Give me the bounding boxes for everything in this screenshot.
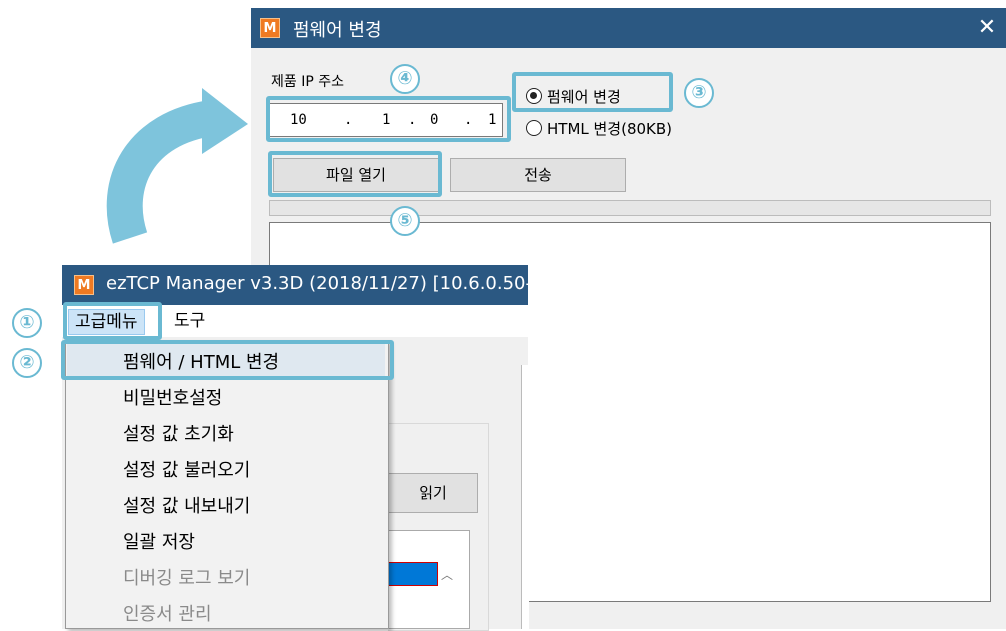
callout-number-2: ② <box>12 348 42 378</box>
html-change-radio[interactable] <box>526 120 542 136</box>
menu-tools[interactable]: 도구 <box>168 309 211 333</box>
callout-box-3 <box>512 72 673 112</box>
scroll-up-icon[interactable]: ︿ <box>441 566 453 583</box>
dropdown-item-certificate: 인증서 관리 <box>123 604 212 625</box>
dropdown-item-export[interactable]: 설정 값 내보내기 <box>123 492 250 518</box>
send-button[interactable]: 전송 <box>450 158 626 192</box>
right-panel <box>521 365 529 629</box>
dropdown-item-import[interactable]: 설정 값 불러오기 <box>123 456 250 482</box>
app-icon: M <box>74 275 94 295</box>
firmware-dialog-title: 펌웨어 변경 <box>293 20 382 41</box>
dropdown-item-reset[interactable]: 설정 값 초기화 <box>123 420 234 446</box>
ip-address-label: 제품 IP 주소 <box>271 74 344 90</box>
html-change-label: HTML 변경(80KB) <box>547 120 673 138</box>
list-selected-row[interactable] <box>388 562 438 586</box>
callout-number-5: ⑤ <box>390 206 420 236</box>
dropdown-item-password[interactable]: 비밀번호설정 <box>123 384 222 410</box>
manager-title: ezTCP Manager v3.3D (2018/11/27) [10.6.0… <box>106 273 528 294</box>
callout-box-5 <box>268 151 442 197</box>
callout-box-2 <box>61 340 394 380</box>
close-icon[interactable]: ✕ <box>971 12 1003 44</box>
callout-box-1 <box>63 302 162 340</box>
callout-number-4: ④ <box>390 64 420 94</box>
manager-titlebar: M ezTCP Manager v3.3D (2018/11/27) [10.6… <box>62 265 528 305</box>
app-icon: M <box>260 18 280 38</box>
firmware-dialog-titlebar: M 펌웨어 변경 ✕ <box>251 8 1006 48</box>
callout-number-1: ① <box>12 308 42 338</box>
dropdown-item-debug-log: 디버깅 로그 보기 <box>123 568 251 589</box>
dropdown-item-batch-save[interactable]: 일괄 저장 <box>123 528 195 554</box>
progress-bar <box>269 200 991 216</box>
callout-number-3: ③ <box>684 78 714 108</box>
callout-box-4 <box>266 96 511 142</box>
read-button[interactable]: 읽기 <box>388 473 478 513</box>
